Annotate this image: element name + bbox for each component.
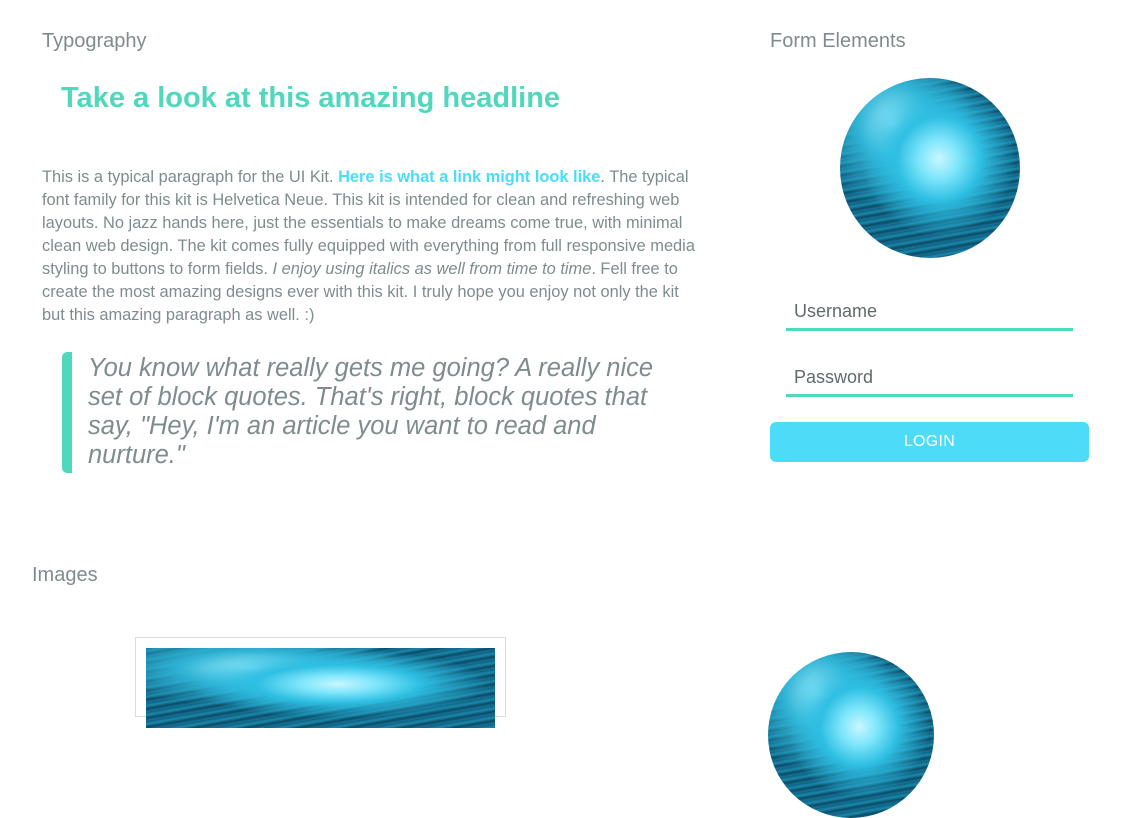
avatar-image — [840, 78, 1020, 258]
typography-section-title: Typography — [42, 30, 147, 52]
circle-image — [768, 652, 934, 818]
paragraph-intro: This is a typical paragraph for the UI K… — [42, 168, 339, 186]
wave-photo — [146, 648, 495, 728]
login-button[interactable]: LOGIN — [770, 422, 1089, 462]
paragraph-italic: I enjoy using italics as well from time … — [272, 260, 592, 278]
headline: Take a look at this amazing headline — [61, 82, 561, 114]
images-section-title: Images — [32, 564, 98, 586]
block-quote: You know what really gets me going? A re… — [62, 352, 662, 473]
sample-link[interactable]: Here is what a link might look like — [338, 168, 600, 186]
framed-image — [135, 637, 506, 728]
block-quote-text: You know what really gets me going? A re… — [88, 354, 654, 469]
password-input[interactable] — [786, 361, 1073, 397]
username-input[interactable] — [786, 295, 1073, 331]
body-paragraph: This is a typical paragraph for the UI K… — [42, 166, 706, 327]
form-section-title: Form Elements — [770, 30, 906, 52]
